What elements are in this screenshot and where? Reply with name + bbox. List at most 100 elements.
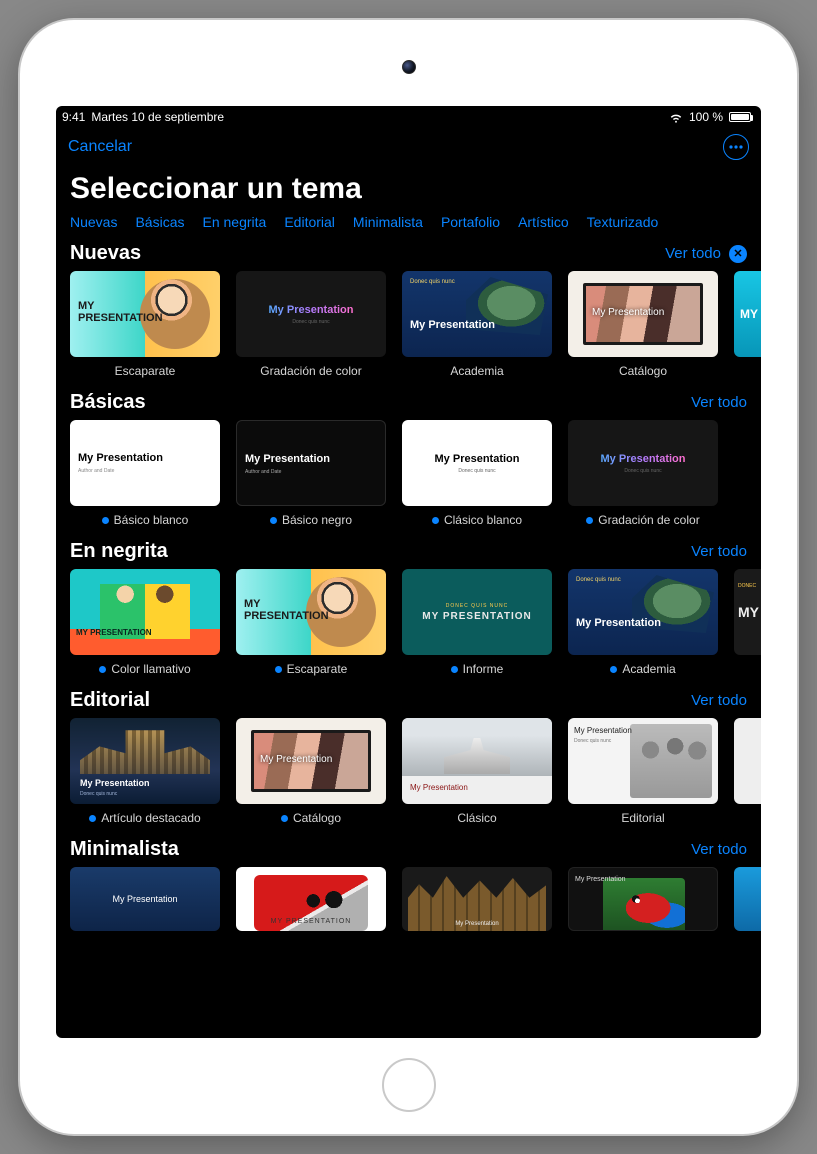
screen: 9:41 Martes 10 de septiembre 100 % Cance… <box>56 106 761 1038</box>
cancel-button[interactable]: Cancelar <box>68 138 132 156</box>
section-header: En negritaVer todo <box>56 536 761 569</box>
tab-minimalista[interactable]: Minimalista <box>353 214 423 230</box>
theme-thumbnail[interactable]: My PresentationDonec quis nunc <box>402 420 552 506</box>
theme-item-peek[interactable] <box>734 718 761 826</box>
new-indicator-icon <box>432 517 439 524</box>
new-indicator-icon <box>99 666 106 673</box>
see-all-link[interactable]: Ver todo <box>691 692 747 709</box>
theme-item[interactable]: My PresentationClásico <box>402 718 552 826</box>
home-button[interactable] <box>382 1058 436 1112</box>
section-editorial: EditorialVer todoMy PresentationDonec qu… <box>56 685 761 826</box>
tab-portafolio[interactable]: Portafolio <box>441 214 500 230</box>
theme-thumbnail[interactable]: My PresentationDonec quis nunc <box>70 718 220 804</box>
theme-item-peek[interactable]: MY <box>734 271 761 379</box>
theme-thumbnail[interactable] <box>568 271 718 357</box>
nav-bar: Cancelar <box>56 128 761 166</box>
theme-item[interactable]: My Presentation <box>70 867 220 931</box>
theme-item[interactable]: My PresentationDonec quis nuncGradación … <box>236 271 386 379</box>
section-header: EditorialVer todo <box>56 685 761 718</box>
theme-thumbnail[interactable]: MY <box>734 271 761 357</box>
see-all-link[interactable]: Ver todo <box>665 245 721 262</box>
new-indicator-icon <box>102 517 109 524</box>
theme-item[interactable]: MY PRESENTATION <box>236 867 386 931</box>
wifi-icon <box>669 110 683 124</box>
theme-item[interactable]: My PresentationAuthor and DateBásico bla… <box>70 420 220 528</box>
tab-en-negrita[interactable]: En negrita <box>203 214 267 230</box>
theme-row[interactable]: My PresentationMY PRESENTATIONMy Present… <box>56 867 761 931</box>
theme-item[interactable]: Donec quis nuncMy Presentation Academia <box>402 271 552 379</box>
theme-thumbnail[interactable]: My PresentationDonec quis nunc <box>568 718 718 804</box>
theme-thumbnail[interactable]: My Presentation <box>70 867 220 931</box>
theme-label: Escaparate <box>115 364 176 378</box>
theme-thumbnail[interactable]: Donec quis nuncMy Presentation <box>402 271 552 357</box>
theme-item[interactable]: DONEC QUIS NUNCMY PRESENTATIONInforme <box>402 569 552 677</box>
theme-thumbnail[interactable] <box>734 867 761 931</box>
theme-thumbnail[interactable] <box>70 569 220 655</box>
theme-thumbnail[interactable] <box>70 271 220 357</box>
section-ennegrita: En negritaVer todoColor llamativoEscapar… <box>56 536 761 677</box>
new-indicator-icon <box>275 666 282 673</box>
theme-thumbnail[interactable]: My PresentationDonec quis nunc <box>236 271 386 357</box>
theme-row[interactable]: Escaparate My PresentationDonec quis nunc… <box>56 271 761 379</box>
theme-caption: Básico negro <box>236 506 386 528</box>
theme-thumbnail[interactable]: Donec quis nuncMy Presentation <box>568 569 718 655</box>
theme-thumbnail[interactable]: My PresentationDonec quis nunc <box>568 420 718 506</box>
theme-thumbnail[interactable] <box>236 569 386 655</box>
theme-thumbnail[interactable] <box>236 718 386 804</box>
new-indicator-icon <box>89 815 96 822</box>
see-all-link[interactable]: Ver todo <box>691 394 747 411</box>
theme-thumbnail[interactable]: My PresentationAuthor and Date <box>236 420 386 506</box>
tab-básicas[interactable]: Básicas <box>135 214 184 230</box>
theme-caption: Informe <box>402 655 552 677</box>
theme-item[interactable]: Donec quis nuncMy PresentationAcademia <box>568 569 718 677</box>
section-title: Básicas <box>70 391 146 414</box>
tab-editorial[interactable]: Editorial <box>284 214 335 230</box>
theme-row[interactable]: My PresentationAuthor and DateBásico bla… <box>56 420 761 528</box>
theme-item[interactable]: My PresentationDonec quis nuncGradación … <box>568 420 718 528</box>
theme-label: Academia <box>450 364 503 378</box>
theme-caption: Gradación de color <box>236 357 386 379</box>
section-header: Básicas Ver todo <box>56 387 761 420</box>
section-basicas: Básicas Ver todo My PresentationAuthor and… <box>56 387 761 528</box>
new-indicator-icon <box>610 666 617 673</box>
theme-item[interactable]: My Presentation <box>402 867 552 931</box>
theme-item[interactable]: My PresentationAuthor and DateBásico neg… <box>236 420 386 528</box>
theme-row[interactable]: My PresentationDonec quis nuncArtículo d… <box>56 718 761 826</box>
tab-nuevas[interactable]: Nuevas <box>70 214 117 230</box>
more-options-button[interactable] <box>723 134 749 160</box>
theme-item[interactable]: My PresentationDonec quis nuncArtículo d… <box>70 718 220 826</box>
tab-texturizado[interactable]: Texturizado <box>587 214 659 230</box>
theme-thumbnail[interactable]: My Presentation <box>568 867 718 931</box>
status-date: Martes 10 de septiembre <box>91 110 224 124</box>
theme-item[interactable]: Escaparate <box>70 271 220 379</box>
theme-thumbnail[interactable]: My PresentationAuthor and Date <box>70 420 220 506</box>
tab-artístico[interactable]: Artístico <box>518 214 569 230</box>
see-all-link[interactable]: Ver todo <box>691 841 747 858</box>
theme-item[interactable]: My PresentationDonec quis nuncClásico bl… <box>402 420 552 528</box>
theme-thumbnail[interactable]: MY PRESENTATION <box>236 867 386 931</box>
close-badge-icon[interactable]: ✕ <box>729 245 747 263</box>
new-indicator-icon <box>586 517 593 524</box>
theme-row[interactable]: Color llamativoEscaparateDONEC QUIS NUNC… <box>56 569 761 677</box>
theme-scroll[interactable]: NuevasVer todo✕EscaparateMy Presentation… <box>56 238 761 1038</box>
theme-item[interactable]: My Presentation <box>568 867 718 931</box>
theme-item[interactable]: Catálogo <box>568 271 718 379</box>
see-all-link[interactable]: Ver todo <box>691 543 747 560</box>
theme-thumbnail[interactable]: DONECMY <box>734 569 761 655</box>
theme-thumbnail[interactable] <box>734 718 761 804</box>
theme-item[interactable]: Catálogo <box>236 718 386 826</box>
theme-item-peek[interactable]: DONECMY <box>734 569 761 677</box>
theme-item[interactable]: Color llamativo <box>70 569 220 677</box>
theme-item-peek[interactable] <box>734 867 761 931</box>
theme-caption: Catálogo <box>568 357 718 379</box>
theme-thumbnail[interactable]: DONEC QUIS NUNCMY PRESENTATION <box>402 569 552 655</box>
section-nuevas: Nuevas Ver todo ✕ Escaparate My Presentation… <box>56 238 761 379</box>
theme-item[interactable]: Escaparate <box>236 569 386 677</box>
theme-label: Catálogo <box>293 811 341 825</box>
section-title: Nuevas <box>70 242 141 265</box>
theme-thumbnail[interactable]: My Presentation <box>402 718 552 804</box>
theme-caption: Editorial <box>568 804 718 826</box>
section-header: Nuevas Ver todo ✕ <box>56 238 761 271</box>
theme-thumbnail[interactable]: My Presentation <box>402 867 552 931</box>
theme-item[interactable]: My PresentationDonec quis nuncEditorial <box>568 718 718 826</box>
